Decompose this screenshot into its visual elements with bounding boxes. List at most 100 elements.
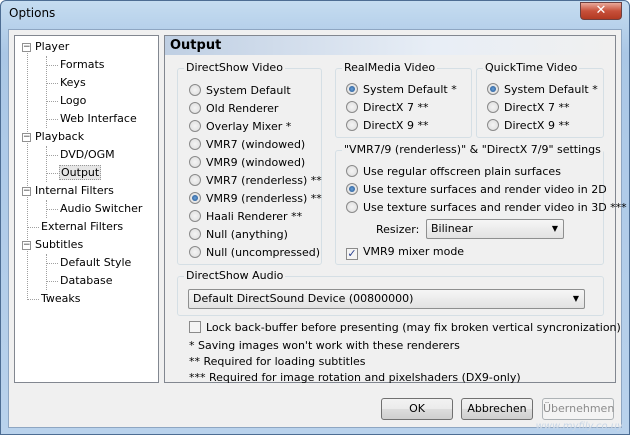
- radio-ds-system-default[interactable]: System Default: [189, 83, 291, 99]
- radio-qt-directx7[interactable]: DirectX 7 **: [487, 100, 569, 116]
- radio-icon: [346, 101, 358, 113]
- note-subtitles: ** Required for loading subtitles: [189, 355, 366, 368]
- radio-ds-old-renderer[interactable]: Old Renderer: [189, 101, 278, 117]
- tree-item-internal-filters[interactable]: − Internal Filters: [22, 183, 114, 199]
- resizer-select[interactable]: Bilinear ▼: [426, 219, 564, 239]
- tree-item-label: Subtitles: [35, 238, 84, 251]
- audio-device-select[interactable]: Default DirectSound Device (00800000) ▼: [188, 289, 585, 309]
- chevron-down-icon: ▼: [551, 224, 558, 233]
- option-label: VMR9 (renderless) **: [206, 192, 322, 205]
- tree-item-formats[interactable]: Formats: [60, 57, 105, 73]
- radio-ds-null-uncompressed[interactable]: Null (uncompressed): [189, 245, 320, 261]
- title-bar[interactable]: Options ✕: [1, 1, 629, 27]
- resizer-value: Bilinear: [431, 222, 473, 235]
- tree-item-default-style[interactable]: Default Style: [60, 255, 131, 271]
- tree-item-label: Output: [59, 165, 102, 180]
- radio-texture-3d[interactable]: Use texture surfaces and render video in…: [346, 200, 627, 216]
- tree-item-external-filters[interactable]: External Filters: [41, 219, 123, 235]
- tree-item-label: Player: [35, 40, 70, 53]
- resizer-label: Resizer:: [376, 223, 420, 236]
- option-label: Haali Renderer **: [206, 210, 303, 223]
- radio-ds-vmr7-windowed[interactable]: VMR7 (windowed): [189, 137, 305, 153]
- group-label: QuickTime Video: [483, 61, 580, 74]
- tree-item-label: Database: [60, 274, 113, 287]
- radio-icon: [189, 228, 201, 240]
- tree-item-keys[interactable]: Keys: [60, 75, 86, 91]
- tree-item-label: Default Style: [60, 256, 132, 269]
- radio-ds-haali-renderer[interactable]: Haali Renderer **: [189, 209, 302, 225]
- radio-rm-directx7[interactable]: DirectX 7 **: [346, 100, 428, 116]
- checkbox-icon: [189, 321, 201, 333]
- collapse-icon[interactable]: −: [22, 240, 31, 250]
- radio-texture-2d[interactable]: Use texture surfaces and render video in…: [346, 182, 607, 198]
- radio-rm-system-default[interactable]: System Default *: [346, 82, 457, 98]
- option-label: System Default: [206, 84, 291, 97]
- option-label: Null (anything): [206, 228, 288, 241]
- option-label: VMR9 mixer mode: [363, 245, 465, 258]
- tree-item-label: Playback: [35, 130, 85, 143]
- note-rotation: *** Required for image rotation and pixe…: [189, 371, 521, 384]
- group-label: RealMedia Video: [342, 61, 438, 74]
- radio-icon: [189, 102, 201, 114]
- radio-qt-directx9[interactable]: DirectX 9 **: [487, 118, 569, 134]
- options-tree: − Player Formats Keys Logo Web Interface …: [14, 35, 159, 383]
- audio-device-value: Default DirectSound Device (00800000): [193, 292, 414, 305]
- tree-item-label: DVD/OGM: [60, 148, 115, 161]
- vmr9-mixer-checkbox[interactable]: ✓ VMR9 mixer mode: [346, 244, 464, 260]
- tree-item-label: Tweaks: [41, 292, 81, 305]
- option-label: DirectX 7 **: [363, 101, 429, 114]
- checkbox-icon: ✓: [346, 247, 358, 260]
- lock-backbuffer-checkbox[interactable]: Lock back-buffer before presenting (may …: [189, 320, 621, 336]
- tree-item-dvd-ogm[interactable]: DVD/OGM: [60, 147, 115, 163]
- tree-item-web-interface[interactable]: Web Interface: [60, 111, 137, 127]
- options-window: Options ✕ − Player Formats Keys Logo Web…: [0, 0, 630, 435]
- tree-item-player[interactable]: − Player: [22, 39, 69, 55]
- radio-icon: [346, 165, 358, 177]
- radio-qt-system-default[interactable]: System Default *: [487, 82, 598, 98]
- tree-item-subtitles[interactable]: − Subtitles: [22, 237, 83, 253]
- tree-item-label: Internal Filters: [35, 184, 114, 197]
- radio-icon: [189, 210, 201, 222]
- radio-icon: [189, 156, 201, 168]
- tree-item-playback[interactable]: − Playback: [22, 129, 84, 145]
- tree-item-label: External Filters: [41, 220, 124, 233]
- option-label: Use texture surfaces and render video in…: [363, 183, 607, 196]
- tree-item-output[interactable]: Output: [59, 165, 102, 181]
- radio-icon: [346, 119, 358, 131]
- radio-icon: [189, 246, 201, 258]
- radio-ds-null-anything[interactable]: Null (anything): [189, 227, 288, 243]
- close-icon: ✕: [595, 3, 607, 18]
- close-button[interactable]: ✕: [580, 2, 622, 20]
- radio-ds-vmr9-windowed[interactable]: VMR9 (windowed): [189, 155, 305, 171]
- radio-icon: [189, 120, 201, 132]
- watermark: www.myfily.co.uy: [535, 421, 623, 432]
- radio-offscreen-surfaces[interactable]: Use regular offscreen plain surfaces: [346, 164, 561, 180]
- tree-item-database[interactable]: Database: [60, 273, 113, 289]
- option-label: VMR7 (renderless) **: [206, 174, 322, 187]
- tree-item-logo[interactable]: Logo: [60, 93, 86, 109]
- option-label: System Default *: [363, 83, 457, 96]
- option-label: VMR7 (windowed): [206, 138, 306, 151]
- collapse-icon[interactable]: −: [22, 186, 31, 196]
- radio-ds-vmr7-renderless[interactable]: VMR7 (renderless) **: [189, 173, 322, 189]
- radio-ds-overlay-mixer[interactable]: Overlay Mixer *: [189, 119, 291, 135]
- radio-icon: [487, 101, 499, 113]
- radio-rm-directx9[interactable]: DirectX 9 **: [346, 118, 428, 134]
- collapse-icon[interactable]: −: [22, 42, 31, 52]
- radio-icon: [346, 83, 358, 95]
- radio-icon: [189, 192, 201, 204]
- tree-item-tweaks[interactable]: Tweaks: [41, 291, 81, 307]
- option-label: Use regular offscreen plain surfaces: [363, 165, 561, 178]
- group-label: "VMR7/9 (renderless)" & "DirectX 7/9" se…: [342, 143, 603, 156]
- option-label: DirectX 7 **: [504, 101, 570, 114]
- radio-ds-vmr9-renderless[interactable]: VMR9 (renderless) **: [189, 191, 322, 207]
- radio-icon: [487, 83, 499, 95]
- apply-button[interactable]: Übernehmen: [542, 398, 614, 420]
- page-title: Output: [165, 36, 615, 55]
- realmedia-video-group: RealMedia Video System Default * DirectX…: [335, 62, 472, 138]
- collapse-icon[interactable]: −: [22, 132, 31, 142]
- cancel-button[interactable]: Abbrechen: [461, 398, 533, 420]
- ok-button[interactable]: OK: [381, 398, 453, 420]
- tree-item-label: Audio Switcher: [60, 202, 143, 215]
- tree-item-audio-switcher[interactable]: Audio Switcher: [60, 201, 142, 217]
